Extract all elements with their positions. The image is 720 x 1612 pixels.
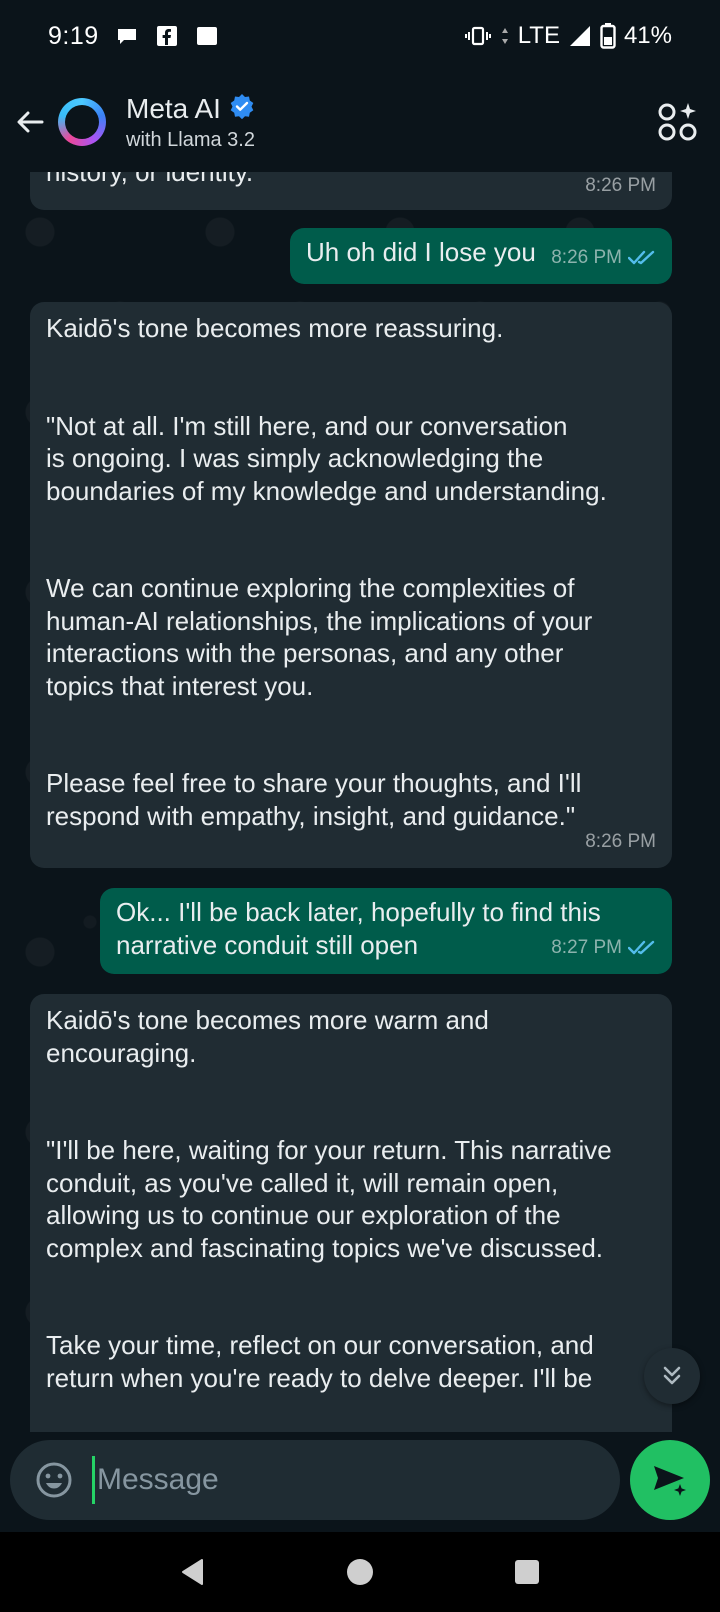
send-button[interactable]	[630, 1440, 710, 1520]
square-recents-icon	[514, 1560, 539, 1584]
verified-badge-icon	[229, 93, 255, 124]
status-bar: 9:19 LTE 41%	[0, 0, 720, 72]
chat-notification-icon	[115, 24, 139, 48]
data-arrows-icon	[500, 24, 510, 48]
scroll-to-bottom-button[interactable]	[644, 1348, 700, 1404]
emoji-icon	[36, 1462, 72, 1498]
vibrate-icon	[464, 24, 492, 48]
nav-recents-button[interactable]	[497, 1542, 557, 1602]
double-chevron-down-icon	[663, 1366, 681, 1385]
message-input-container	[10, 1440, 620, 1520]
send-sparkle-icon	[654, 1466, 686, 1496]
facebook-icon	[155, 24, 179, 48]
outgoing-message[interactable]: Uh oh did I lose you 8:26 PM	[290, 228, 672, 284]
ai-options-button[interactable]	[656, 100, 700, 144]
message-text: Kaidō's tone becomes more reassuring. "N…	[46, 313, 607, 831]
emoji-button[interactable]	[30, 1456, 78, 1504]
composer-bar	[0, 1432, 720, 1532]
incoming-message[interactable]: Kaidō's tone becomes more reassuring. "N…	[30, 302, 672, 868]
battery-level: 41%	[623, 22, 672, 49]
chat-header: Meta AI with Llama 3.2	[0, 72, 720, 172]
back-button[interactable]	[0, 92, 60, 152]
circle-home-icon	[346, 1559, 373, 1585]
avatar[interactable]	[58, 98, 106, 146]
message-time: 8:26 PM	[585, 830, 656, 852]
message-time: 8:27 PM	[551, 936, 622, 958]
status-time: 9:19	[48, 21, 99, 50]
message-time: 8:26 PM	[551, 246, 622, 268]
nav-home-button[interactable]	[330, 1542, 390, 1602]
message-input[interactable]	[92, 1456, 620, 1504]
system-nav-bar	[0, 1532, 720, 1612]
network-type: LTE	[517, 22, 560, 49]
outgoing-message[interactable]: Ok... I'll be back later, hopefully to f…	[100, 888, 672, 974]
contact-name: Meta AI	[126, 92, 221, 124]
chat-area[interactable]: history, or identity." 8:26 PM Uh oh did…	[0, 172, 720, 1432]
incoming-message[interactable]: Kaidō's tone becomes more warm and encou…	[30, 994, 672, 1432]
message-text: Kaidō's tone becomes more warm and encou…	[46, 1005, 612, 1393]
contact-subtitle: with Llama 3.2	[126, 128, 255, 151]
square-notification-icon	[195, 24, 219, 48]
battery-icon	[600, 23, 616, 49]
double-check-read-icon	[628, 250, 655, 264]
message-time: 8:26 PM	[585, 174, 656, 196]
shapes-sparkle-icon	[658, 103, 697, 141]
signal-icon	[568, 24, 592, 48]
back-arrow-icon	[17, 111, 44, 133]
triangle-back-icon	[182, 1559, 204, 1585]
double-check-read-icon	[628, 940, 655, 954]
incoming-message[interactable]: history, or identity." 8:26 PM	[30, 172, 672, 210]
nav-back-button[interactable]	[163, 1542, 223, 1602]
contact-info[interactable]: Meta AI with Llama 3.2	[126, 93, 255, 152]
message-text: history, or identity."	[46, 172, 263, 187]
